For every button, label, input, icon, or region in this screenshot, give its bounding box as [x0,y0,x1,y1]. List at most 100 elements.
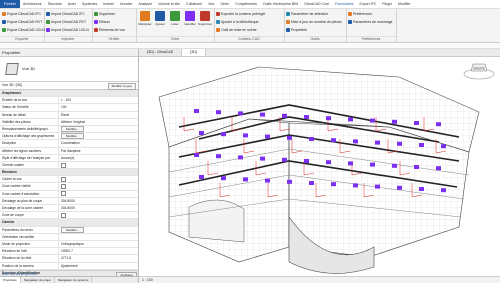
menu-tab-10[interactable]: Gérer [217,0,232,8]
ribbon-big-button-1[interactable]: Ajouter [152,11,168,33]
property-value[interactable]: 1 : 100 [59,97,138,103]
ribbon-button-5-0[interactable]: Paramétrer de sélection [286,11,328,16]
property-value[interactable] [59,234,138,240]
hvac-unit [304,159,309,163]
menu-tab-8[interactable]: Collaborer [183,0,205,8]
ribbon-group-label: Préférences [346,36,396,42]
ribbon-button-0-1[interactable]: Export ClimaCAD RVT [2,19,42,24]
property-checkbox[interactable] [61,191,66,197]
edit-button[interactable]: Modifier... [61,133,85,140]
property-row: Afficher les lignes cachées Par disciplin… [0,147,138,155]
ribbon-button-5-2[interactable]: Propriétés [286,27,307,32]
menu-tab-14[interactable]: Formulaires [332,0,357,8]
property-value[interactable] [59,183,138,190]
ribbon-button-5-1[interactable]: Mise à jour du nombre de pièces [286,19,342,24]
property-value[interactable] [59,212,138,218]
hvac-unit [238,111,243,116]
instance-filter[interactable]: Vue 3D: {3D} Modifier le type [0,82,138,90]
property-value[interactable]: Modifier... [59,226,138,233]
ribbon-big-button-3[interactable]: Identifier [182,11,198,33]
menu-tab-5[interactable]: Annoter [117,0,135,8]
property-checkbox[interactable] [61,176,66,182]
ribbon-big-button-0[interactable]: Manipuler [137,11,153,33]
edit-button[interactable]: Modifier... [61,226,85,233]
ribbon-button-4-2[interactable]: Outil de mise en scène [216,27,257,32]
palette-tab[interactable]: Navigateur de projet [21,277,55,283]
property-value[interactable]: 304.8000 [59,205,138,211]
property-section[interactable]: Étendues [0,169,138,177]
ribbon-button-4-1[interactable]: Ajouter à la bibliothèque [216,19,259,24]
ribbon-group-2: Supprimer Effacer Éléments de vue Vérifier [92,9,137,42]
type-selector[interactable]: Vue 3D [0,57,138,82]
property-section[interactable]: Graphismes [0,90,138,98]
property-value[interactable]: Coordination [59,140,138,146]
view-scale[interactable]: 1 : 100 [142,278,153,282]
hvac-unit [309,181,314,185]
property-name: Paramètres du rendu [0,226,59,233]
palette-tab[interactable]: Propriétés [0,277,21,283]
property-value[interactable] [59,176,138,182]
property-value[interactable]: Afficher l'original [59,119,138,125]
ribbon-button-2-0[interactable]: Supprimer [94,11,115,16]
ribbon-button-6-1[interactable]: Paramètres de nommage [348,19,393,24]
ribbon: Export ClimaCAD IFC Export ClimaCAD RVT Ex… [0,9,500,43]
3d-view-canvas[interactable]: DROITE [139,57,500,276]
ribbon-big-button-4[interactable]: Supprimer [197,11,213,33]
property-value[interactable]: 19902.7 [59,248,138,254]
menu-tab-12[interactable]: Outils d'entreprise BIM [260,0,301,8]
property-value[interactable]: 304.8000 [59,198,138,204]
ribbon-button-1-0[interactable]: Import ClimaCAD IFC [46,11,85,16]
menu-tab-13[interactable]: ClimaCAD Core [301,0,332,8]
property-name: Mode de projection [0,240,59,248]
property-checkbox[interactable] [61,162,66,168]
ribbon-button-2-2[interactable]: Éléments de vue [94,27,125,32]
property-value[interactable]: Aucun(e) [59,155,138,161]
ribbon-button-label: Outil de mise en scène [221,27,257,32]
menu-items: Architecture Structure Acier Systèmes Insére… [20,0,413,8]
ribbon-button-2-1[interactable]: Effacer [94,19,110,24]
menu-tab-11[interactable]: Compléments [232,0,260,8]
property-value[interactable]: 4771.8 [59,255,138,261]
property-value[interactable]: Orthographique [59,241,138,247]
hvac-unit [397,185,402,190]
hvac-unit [392,119,397,124]
view-tab[interactable]: {3D} - ClimaCAD [139,49,183,56]
edit-type-button[interactable]: Modifier le type [107,83,136,90]
ribbon-button-0-0[interactable]: Export ClimaCAD IFC [2,11,41,16]
ribbon-button-6-0[interactable]: Préférences [348,11,372,16]
menu-tab-16[interactable]: Plugin [379,0,395,8]
ribbon-button-0-2[interactable]: Export ClimaCAD UCLN [2,27,45,32]
file-tab[interactable]: Fichier [0,0,21,8]
property-value[interactable]: Ajustement [59,263,138,269]
property-value[interactable]: Par discipline [59,148,138,154]
menu-tab-6[interactable]: Analyser [135,0,155,8]
ribbon-button-1-1[interactable]: Import ClimaCAD RVT [46,19,86,24]
menu-tab-7[interactable]: Volume et site [155,0,183,8]
property-checkbox[interactable] [61,212,66,218]
menu-tab-9[interactable]: Vue [205,0,217,8]
property-value[interactable]: 100 [59,104,138,110]
property-value[interactable] [59,162,138,168]
menu-tab-1[interactable]: Structure [45,0,65,8]
menu-tab-15[interactable]: Export IFC [357,0,380,8]
property-value[interactable]: Élevé [59,112,138,118]
section-title: Graphismes [2,91,22,95]
palette-tab[interactable]: Navigateur du système [55,277,93,283]
property-section[interactable]: Caméra [0,219,138,227]
ribbon-big-button-2[interactable]: Lister [167,11,183,33]
ribbon-button-1-2[interactable]: Import ClimaCAD UCLN [46,27,89,32]
property-checkbox[interactable] [61,184,66,190]
menu-tab-2[interactable]: Acier [65,0,79,8]
view-tab[interactable]: {3D} [182,49,207,56]
edit-button[interactable]: Modifier... [61,125,85,132]
menu-tab-3[interactable]: Systèmes [79,0,100,8]
viewcube[interactable]: DROITE [462,61,496,81]
ribbon-button-4-0[interactable]: Exporter la contenu préréglé [216,11,265,16]
menu-tab-0[interactable]: Architecture [20,0,45,8]
property-value[interactable]: Modifier... [59,133,138,140]
menu-tab-4[interactable]: Insérer [100,0,117,8]
tool-icon [216,19,220,24]
property-value[interactable] [59,191,138,197]
property-value[interactable]: Modifier... [59,125,138,132]
menu-tab-17[interactable]: Modifier [395,0,413,8]
